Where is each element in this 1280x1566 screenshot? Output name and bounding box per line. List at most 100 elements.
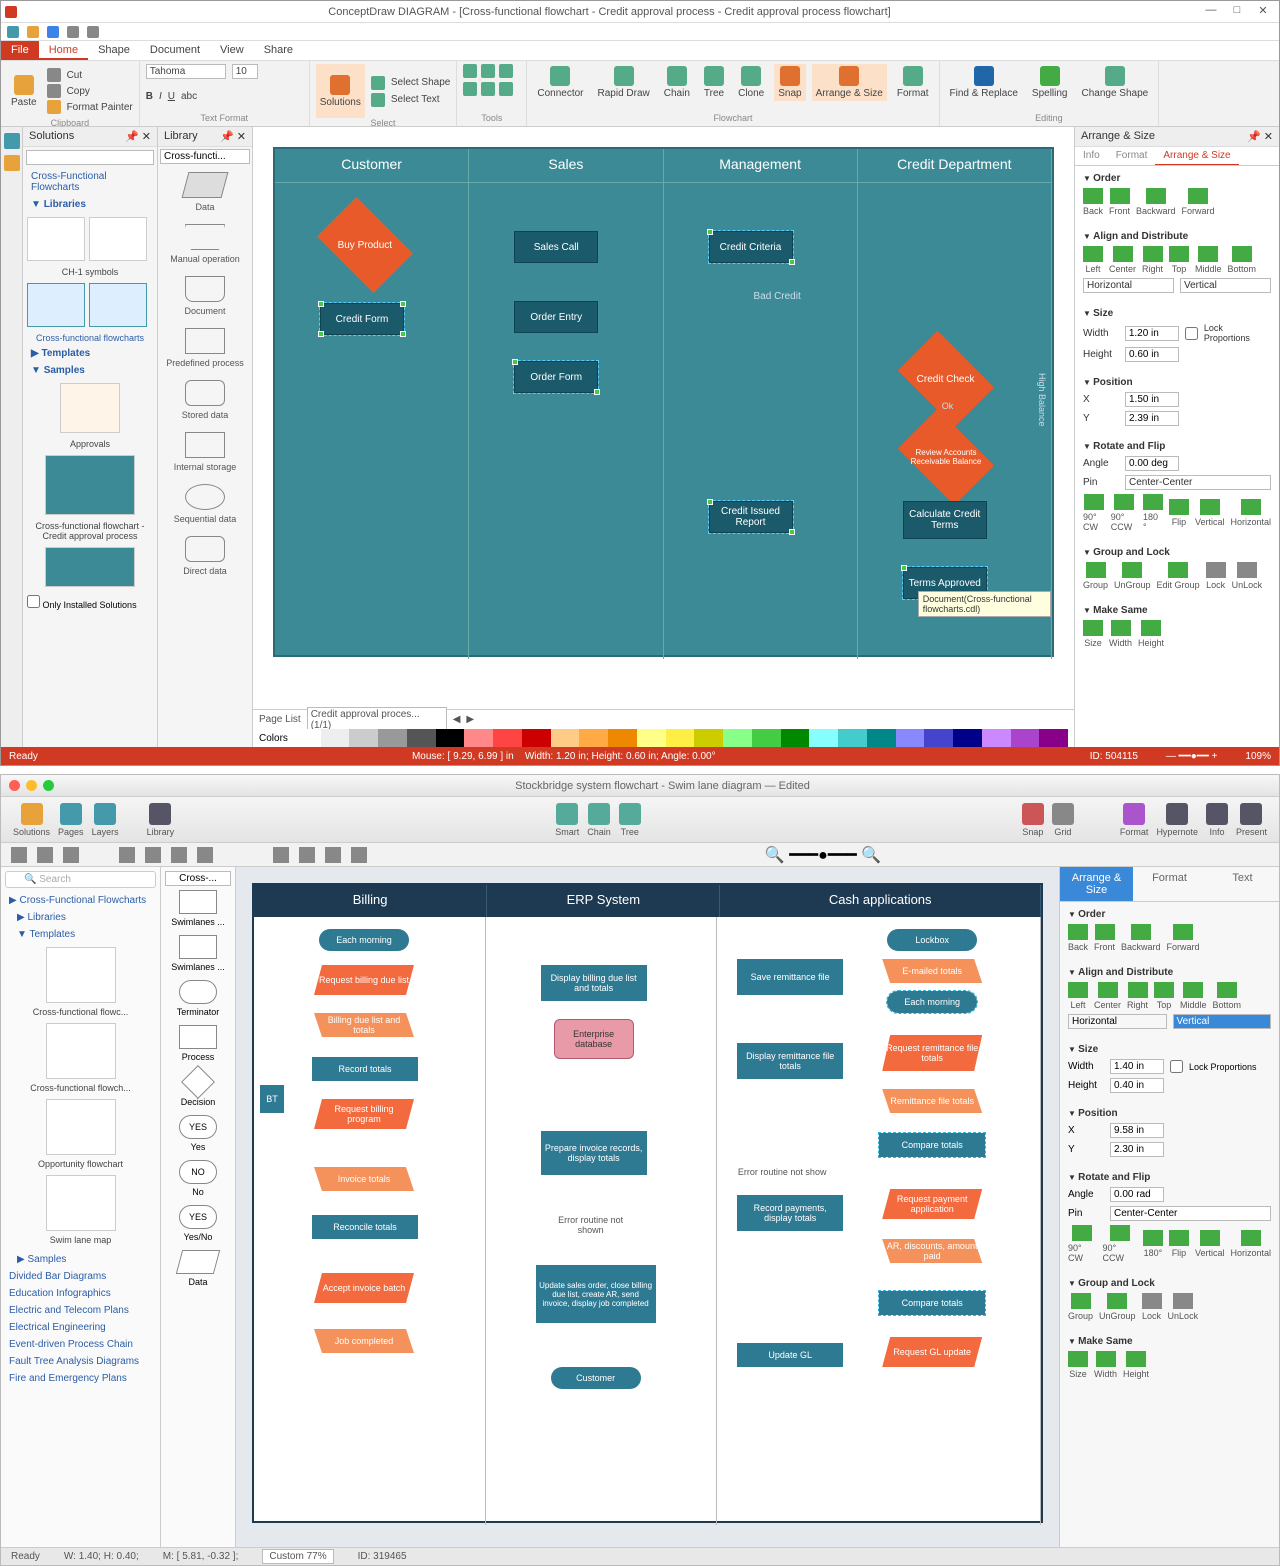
height-input[interactable] [1125,347,1179,362]
shape[interactable]: Request payment application [882,1189,982,1219]
tb-info[interactable]: Info [1206,803,1228,837]
shape[interactable]: Lockbox [887,929,977,951]
tree-button[interactable]: Tree [700,64,728,101]
order-back[interactable]: Back [1083,188,1103,216]
shape-order-entry[interactable]: Order Entry [514,301,598,333]
shape[interactable]: BT [260,1085,284,1113]
rot-ccw[interactable]: 90° CCW [1103,1225,1137,1263]
shape[interactable]: Job completed [314,1329,414,1353]
select-text-button[interactable]: Select Text [371,93,451,107]
link[interactable]: Fire and Emergency Plans [5,1370,156,1387]
ap-tab-format[interactable]: Format [1108,147,1156,165]
lib-shape-internal[interactable] [185,432,225,458]
tree-item[interactable]: Cross-Functional Flowcharts [23,168,157,196]
lib-shape[interactable]: YES [179,1115,217,1139]
x-input[interactable] [1110,1123,1164,1138]
only-installed-checkbox[interactable] [27,595,40,608]
shape[interactable]: Request GL update [882,1337,982,1367]
tree-item[interactable]: ▶ Libraries [5,909,156,926]
rot-180[interactable]: 180 ° [1143,494,1163,532]
shape-calc-terms[interactable]: Calculate Credit Terms [903,501,987,539]
page-next[interactable]: ▶ [466,714,474,725]
dist-vert[interactable]: Vertical [1173,1014,1272,1029]
shape[interactable]: Request billing program [314,1099,414,1129]
shape[interactable]: Request remittance file totals [882,1035,982,1071]
order-backward[interactable]: Backward [1136,188,1176,216]
thumb[interactable] [46,1099,116,1155]
pin-combo[interactable]: Center-Center [1110,1206,1271,1221]
tool-icon[interactable] [119,847,135,863]
shape[interactable]: Save remittance file [737,959,843,995]
dist-vert[interactable]: Vertical [1180,278,1271,293]
minimize-button[interactable]: — [1199,4,1223,20]
width-input[interactable] [1125,326,1179,341]
rot-ccw[interactable]: 90° CCW [1111,494,1137,532]
section-header[interactable]: Order [1068,909,1271,920]
tree-item[interactable]: ▶ Cross-Functional Flowcharts [5,892,156,909]
tb-chain[interactable]: Chain [587,803,611,837]
align-top[interactable]: Top [1154,982,1174,1010]
lib-shape[interactable] [181,1065,215,1099]
connector-button[interactable]: Connector [533,64,587,101]
section-header[interactable]: Make Same [1083,605,1271,616]
shape-credit-criteria[interactable]: Credit Criteria [709,231,793,263]
flip[interactable]: Flip [1169,499,1189,527]
edit-group-btn[interactable]: Edit Group [1157,562,1200,590]
tab-file[interactable]: File [1,41,39,60]
lib-shape[interactable] [179,890,217,914]
order-front[interactable]: Front [1094,924,1115,952]
lib-shape-direct[interactable] [185,536,225,562]
flip[interactable]: Flip [1169,1230,1189,1258]
flip-h[interactable]: Horizontal [1230,1230,1271,1258]
tool-icon[interactable] [197,847,213,863]
select-shape-button[interactable]: Select Shape [371,76,451,90]
dist-horiz[interactable]: Horizontal [1068,1014,1167,1029]
align-middle[interactable]: Middle [1195,246,1222,274]
shape[interactable]: Reconcile totals [312,1215,418,1239]
tb-format[interactable]: Format [1120,803,1149,837]
lib-shape[interactable]: NO [179,1160,217,1184]
thumb[interactable] [46,1175,116,1231]
shape[interactable]: Remittance file totals [882,1089,982,1113]
lane-header[interactable]: Management [664,149,858,183]
section-header[interactable]: Rotate and Flip [1068,1172,1271,1183]
align-bottom[interactable]: Bottom [1228,246,1257,274]
rtab-format[interactable]: Format [1133,867,1206,901]
zoom-in-icon[interactable]: 🔍 [861,847,881,864]
lane-header[interactable]: Sales [469,149,663,183]
tool-icon[interactable] [171,847,187,863]
same-size[interactable]: Size [1083,620,1103,648]
search-input[interactable]: 🔍 Search [5,871,156,888]
pin-icon[interactable]: 📌 ✕ [1247,130,1273,143]
align-left[interactable]: Left [1083,246,1103,274]
section-header[interactable]: Order [1083,173,1271,184]
cut-button[interactable]: Cut [47,68,133,82]
max-light[interactable] [43,780,54,791]
section-header[interactable]: Position [1083,377,1271,388]
tool-icon[interactable] [145,847,161,863]
lane-header[interactable]: ERP System [487,885,720,917]
lane-header[interactable]: Credit Department [858,149,1052,183]
section-header[interactable]: Group and Lock [1083,547,1271,558]
shape[interactable]: Compare totals [879,1291,985,1315]
find-replace-button[interactable]: Find & Replace [946,64,1022,101]
qat-new-icon[interactable] [7,26,19,38]
lane-header[interactable]: Cash applications [720,885,1041,917]
font-size[interactable]: 10 [232,64,258,79]
thumb[interactable] [89,283,147,327]
shape[interactable]: Prepare invoice records, display totals [541,1131,647,1175]
tab-shape[interactable]: Shape [88,41,140,60]
tree-item[interactable]: ▼ Libraries [23,196,157,213]
snap-button[interactable]: Snap [774,64,805,101]
rect-tool-icon[interactable] [499,64,513,78]
group-btn[interactable]: Group [1083,562,1108,590]
maximize-button[interactable]: □ [1225,4,1249,20]
height-input[interactable] [1110,1078,1164,1093]
arc-tool-icon[interactable] [481,64,495,78]
link[interactable]: Event-driven Process Chain [5,1336,156,1353]
order-front[interactable]: Front [1109,188,1130,216]
ap-tab-arrange[interactable]: Arrange & Size [1155,147,1238,165]
shape[interactable]: Billing due list and totals [314,1013,414,1037]
angle-input[interactable] [1110,1187,1164,1202]
page-prev[interactable]: ◀ [453,714,461,725]
